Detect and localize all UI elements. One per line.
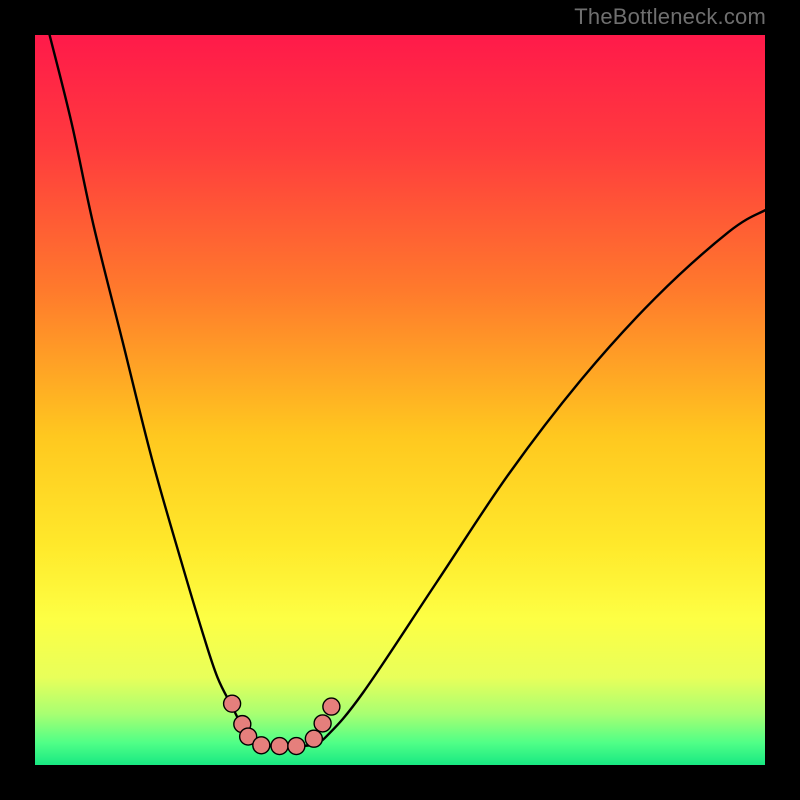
bottleneck-curve — [50, 35, 765, 747]
curve-marker — [253, 737, 270, 754]
curve-markers — [224, 695, 340, 754]
watermark-text: TheBottleneck.com — [574, 4, 766, 30]
curve-marker — [271, 738, 288, 755]
curve-marker — [288, 738, 305, 755]
curve-layer — [35, 35, 765, 765]
chart-frame: TheBottleneck.com — [0, 0, 800, 800]
curve-marker — [314, 715, 331, 732]
curve-marker — [323, 698, 340, 715]
curve-marker — [224, 695, 241, 712]
curve-marker — [305, 730, 322, 747]
plot-area — [35, 35, 765, 765]
